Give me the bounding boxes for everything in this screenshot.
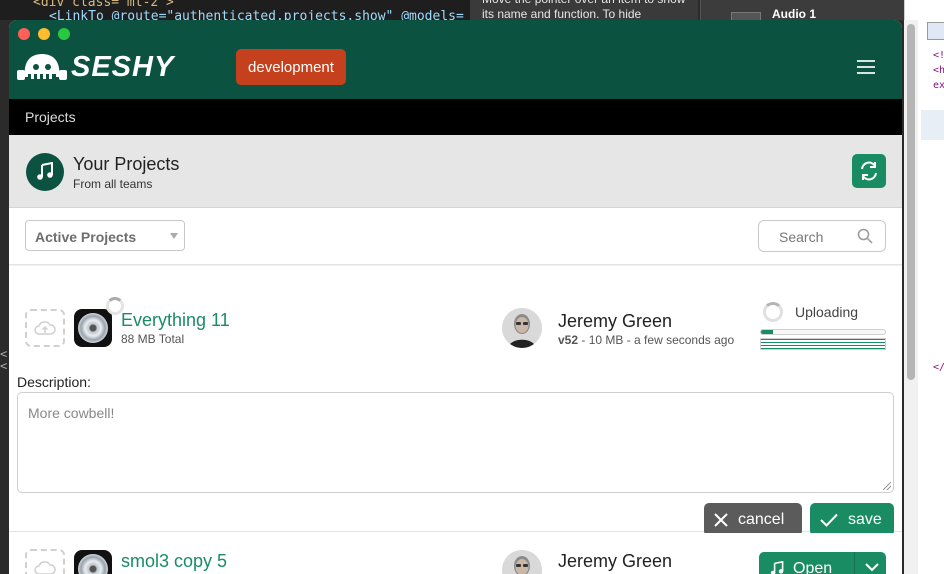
project-row: Everything 11 88 MB Total Jeremy Green v… bbox=[9, 266, 902, 536]
background-tooltip: Move the pointer over an item to show it… bbox=[470, 0, 698, 20]
devtools-line: <! bbox=[933, 50, 944, 61]
page-subtitle: From all teams bbox=[73, 177, 153, 191]
zoom-window-button[interactable] bbox=[58, 28, 70, 40]
chevron-down-icon[interactable] bbox=[865, 562, 879, 572]
devtools-line: ex bbox=[933, 80, 944, 91]
upload-progress-bar bbox=[760, 329, 886, 335]
track-label: Audio 1 bbox=[772, 7, 816, 20]
button-divider bbox=[854, 552, 855, 574]
description-placeholder: More cowbell! bbox=[28, 405, 115, 421]
project-name[interactable]: smol3 copy 5 bbox=[121, 551, 227, 572]
page-title: Your Projects bbox=[73, 154, 180, 174]
music-note-icon bbox=[26, 153, 64, 191]
close-window-button[interactable] bbox=[18, 28, 30, 40]
resize-handle-icon[interactable] bbox=[883, 482, 891, 490]
scrollbar-thumb[interactable] bbox=[907, 24, 915, 380]
save-label: save bbox=[848, 510, 882, 528]
project-filter-select[interactable]: Active Projects bbox=[25, 220, 185, 251]
select-value: Active Projects bbox=[35, 229, 137, 245]
refresh-button[interactable] bbox=[852, 154, 886, 188]
project-size: 88 MB Total bbox=[121, 332, 185, 346]
devtools-line: </ bbox=[933, 362, 944, 373]
tooltip-text: Move the pointer over an item to show it… bbox=[482, 0, 685, 20]
refresh-icon bbox=[861, 161, 877, 181]
cloud-upload-icon bbox=[34, 561, 56, 574]
search-input[interactable]: Search bbox=[758, 220, 886, 252]
filter-bar: Active Projects Search bbox=[9, 208, 902, 265]
logic-pro-icon bbox=[74, 550, 112, 574]
background-daw: Audio 1 bbox=[700, 0, 904, 20]
project-name[interactable]: Everything 11 bbox=[121, 310, 230, 331]
cancel-label: cancel bbox=[738, 510, 785, 528]
uploading-spinner-icon bbox=[763, 302, 783, 322]
user-name: Jeremy Green bbox=[558, 551, 673, 571]
page-scrollbar[interactable] bbox=[904, 20, 918, 574]
environment-badge: development bbox=[236, 49, 346, 85]
chevron-down-icon bbox=[170, 233, 178, 239]
close-icon bbox=[714, 512, 728, 527]
music-note-icon bbox=[770, 561, 784, 574]
save-button[interactable]: save bbox=[810, 503, 894, 536]
cancel-button[interactable]: cancel bbox=[704, 503, 802, 536]
open-label: Open bbox=[793, 560, 833, 574]
logic-pro-icon bbox=[74, 309, 112, 347]
upload-status-label: Uploading bbox=[795, 304, 859, 320]
app-window: SESHY development Projects Your Projects… bbox=[9, 20, 902, 574]
app-header: SESHY development bbox=[9, 20, 902, 99]
seshy-logo-icon[interactable] bbox=[17, 51, 67, 85]
waveform-preview bbox=[760, 338, 886, 350]
version-number: v52 bbox=[558, 333, 579, 347]
logo-text[interactable]: SESHY bbox=[71, 51, 174, 84]
breadcrumb-bar: Projects bbox=[9, 99, 902, 135]
track-thumbnail bbox=[731, 12, 761, 20]
avatar bbox=[502, 308, 542, 348]
breadcrumb[interactable]: Projects bbox=[25, 109, 76, 125]
search-placeholder: Search bbox=[779, 229, 824, 245]
minimize-window-button[interactable] bbox=[38, 28, 50, 40]
search-icon bbox=[857, 228, 873, 244]
description-textarea[interactable]: More cowbell! bbox=[17, 392, 894, 493]
devtools-line: <h bbox=[933, 65, 944, 76]
upload-dropzone[interactable] bbox=[25, 309, 65, 347]
user-name: Jeremy Green bbox=[558, 311, 673, 331]
cloud-upload-icon bbox=[34, 321, 56, 335]
check-icon bbox=[820, 513, 838, 527]
editor-line: <LinkTo @route="authenticated.projects.s… bbox=[49, 9, 464, 20]
background-code-editor: <div class="ml-2"> <LinkTo @route="authe… bbox=[0, 0, 470, 20]
version-info: v52 - 10 MB - a few seconds ago bbox=[558, 333, 734, 347]
open-button[interactable]: Open bbox=[759, 552, 886, 574]
upload-dropzone[interactable] bbox=[25, 549, 65, 574]
version-detail: - 10 MB - a few seconds ago bbox=[581, 333, 735, 347]
inspect-icon[interactable] bbox=[927, 22, 944, 40]
editor-gutter-marks: < < bbox=[0, 347, 8, 373]
devtools-selection bbox=[921, 110, 944, 140]
page-title-bar: Your Projects From all teams bbox=[9, 135, 902, 208]
description-label: Description: bbox=[17, 374, 91, 390]
project-row: smol3 copy 5 Jeremy Green Open bbox=[9, 533, 902, 574]
upload-progress-fill bbox=[761, 330, 774, 334]
menu-icon[interactable] bbox=[857, 60, 875, 74]
avatar bbox=[502, 550, 542, 574]
